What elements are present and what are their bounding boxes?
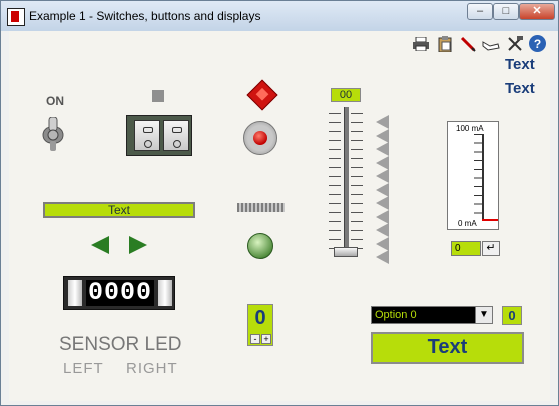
- triangle-marker: [376, 223, 389, 237]
- meter-top-label: 100 mA: [456, 124, 484, 133]
- on-label: ON: [46, 94, 64, 108]
- right-label: RIGHT: [126, 360, 178, 377]
- triangle-marker: [376, 236, 389, 251]
- sensor-led-label: SENSOR LED: [59, 334, 182, 355]
- select-number-display: 0: [502, 306, 522, 325]
- help-icon[interactable]: ?: [529, 35, 546, 52]
- slider-value-display: 00: [331, 88, 361, 102]
- digit-counter: 0000: [63, 276, 175, 310]
- select-value: Option 0: [375, 309, 417, 321]
- text-label-1: Text: [505, 56, 535, 73]
- slider-track[interactable]: [344, 107, 349, 257]
- counter-digits: 0000: [86, 278, 154, 307]
- close-button[interactable]: ✕: [519, 3, 555, 20]
- meter-bottom-label: 0 mA: [458, 219, 477, 228]
- triangle-marker: [376, 169, 389, 183]
- triangle-marker: [376, 250, 389, 264]
- indicator-square: [152, 90, 164, 102]
- app-icon: [7, 8, 25, 26]
- option-select[interactable]: Option 0 ▼: [371, 306, 493, 324]
- enter-button[interactable]: ↵: [482, 241, 500, 256]
- hatched-bar: [237, 203, 285, 212]
- text-button[interactable]: Text: [371, 332, 524, 364]
- triangle-marker: [376, 182, 389, 197]
- counter-cap-left: [68, 280, 82, 306]
- toggle-switch[interactable]: [41, 116, 65, 153]
- slider-thumb[interactable]: [334, 247, 358, 257]
- client-area: ? Text Text ON Text 0000 SENSOR LED LEFT…: [9, 31, 550, 401]
- meter-ticks: [474, 134, 482, 221]
- rotary-knob[interactable]: [247, 233, 273, 259]
- rocker-switch-group: [126, 115, 192, 156]
- hand-icon[interactable]: [482, 35, 500, 53]
- triangle-marker: [376, 115, 389, 129]
- tools-icon[interactable]: [506, 35, 524, 53]
- number-stepper: 0 - +: [247, 304, 273, 346]
- left-label: LEFT: [63, 360, 104, 377]
- stepper-plus-button[interactable]: +: [261, 334, 271, 344]
- maximize-button[interactable]: □: [493, 3, 519, 20]
- meter-input-group: 0 ↵: [451, 239, 500, 258]
- triangle-marker: [376, 155, 389, 170]
- triangle-marker: [376, 142, 389, 156]
- meter-scale: [482, 134, 484, 221]
- clipboard-icon[interactable]: [436, 35, 454, 53]
- printer-icon[interactable]: [412, 35, 430, 53]
- window-title: Example 1 - Switches, buttons and displa…: [29, 9, 261, 23]
- chevron-down-icon[interactable]: ▼: [475, 307, 492, 323]
- meter-value-input[interactable]: 0: [451, 241, 481, 256]
- red-diamond-led: [246, 79, 278, 111]
- triangle-marker: [376, 196, 389, 210]
- title-bar: Example 1 - Switches, buttons and displa…: [1, 1, 558, 31]
- arrow-right-button[interactable]: [129, 236, 147, 254]
- rocker-switch-left[interactable]: [134, 120, 160, 151]
- triangle-marker: [376, 128, 389, 143]
- red-push-button[interactable]: [243, 121, 277, 155]
- stepper-minus-button[interactable]: -: [250, 334, 260, 344]
- triangle-marker: [376, 209, 389, 224]
- minimize-button[interactable]: –: [467, 3, 493, 20]
- arrow-left-button[interactable]: [91, 236, 109, 254]
- pen-icon[interactable]: [459, 35, 477, 53]
- ma-meter: 100 mA 0 mA: [447, 121, 499, 230]
- text-label-2: Text: [505, 80, 535, 97]
- main-window: Example 1 - Switches, buttons and displa…: [0, 0, 559, 406]
- counter-cap-right: [158, 280, 172, 306]
- rocker-switch-right[interactable]: [163, 120, 189, 151]
- stepper-value: 0: [254, 307, 266, 329]
- text-display-bar: Text: [43, 202, 195, 218]
- meter-level-marker: [482, 219, 498, 221]
